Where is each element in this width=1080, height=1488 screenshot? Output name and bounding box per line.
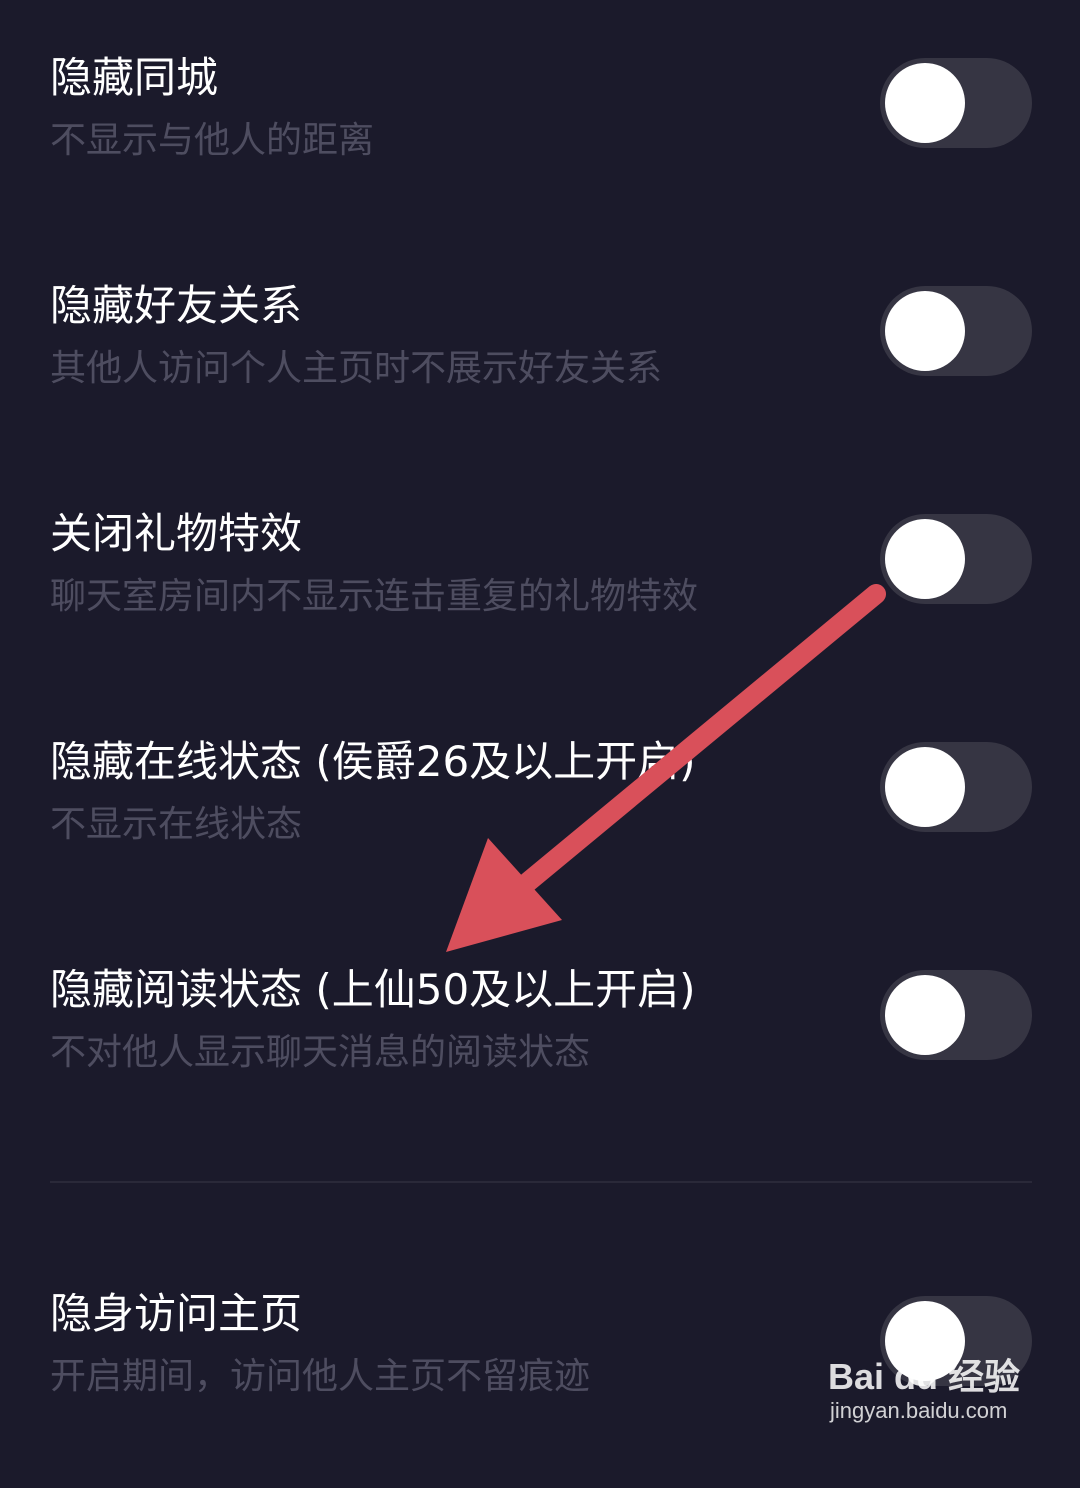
setting-title: 隐藏阅读状态 (上仙50及以上开启) <box>50 965 696 1014</box>
setting-title: 隐藏同城 <box>50 53 219 102</box>
setting-title: 关闭礼物特效 <box>50 509 303 558</box>
baidu-jingyan-watermark: Bai du 经验 jingyan.baidu.com <box>828 1344 1028 1448</box>
online-status-toggle[interactable] <box>880 742 1032 832</box>
setting-title: 隐身访问主页 <box>50 1289 303 1338</box>
setting-row-online-status: 隐藏在线状态 (侯爵26及以上开启) 不显示在线状态 <box>0 736 1080 936</box>
read-status-toggle[interactable] <box>880 970 1032 1060</box>
setting-row-read-status: 隐藏阅读状态 (上仙50及以上开启) 不对他人显示聊天消息的阅读状态 <box>0 964 1080 1164</box>
setting-description: 其他人访问个人主页时不展示好友关系 <box>50 348 663 389</box>
section-divider <box>50 1181 1032 1183</box>
setting-title: 隐藏在线状态 (侯爵26及以上开启) <box>50 737 696 786</box>
watermark-brand: Bai du 经验 <box>828 1356 1021 1397</box>
toggle-knob <box>885 975 965 1055</box>
gift-effects-toggle[interactable] <box>880 514 1032 604</box>
toggle-knob <box>885 291 965 371</box>
setting-title: 隐藏好友关系 <box>50 281 303 330</box>
setting-description: 不显示与他人的距离 <box>50 120 375 161</box>
watermark-url: jingyan.baidu.com <box>830 1398 1008 1423</box>
hide-friends-toggle[interactable] <box>880 286 1032 376</box>
setting-row-hide-friends: 隐藏好友关系 其他人访问个人主页时不展示好友关系 <box>0 280 1080 480</box>
setting-row-hide-city: 隐藏同城 不显示与他人的距离 <box>0 52 1080 252</box>
setting-description: 聊天室房间内不显示连击重复的礼物特效 <box>50 576 699 617</box>
hide-city-toggle[interactable] <box>880 58 1032 148</box>
toggle-knob <box>885 63 965 143</box>
setting-row-gift-effects: 关闭礼物特效 聊天室房间内不显示连击重复的礼物特效 <box>0 508 1080 708</box>
setting-description: 不对他人显示聊天消息的阅读状态 <box>50 1032 591 1073</box>
toggle-knob <box>885 519 965 599</box>
setting-description: 开启期间，访问他人主页不留痕迹 <box>50 1356 591 1397</box>
setting-description: 不显示在线状态 <box>50 804 303 845</box>
toggle-knob <box>885 747 965 827</box>
